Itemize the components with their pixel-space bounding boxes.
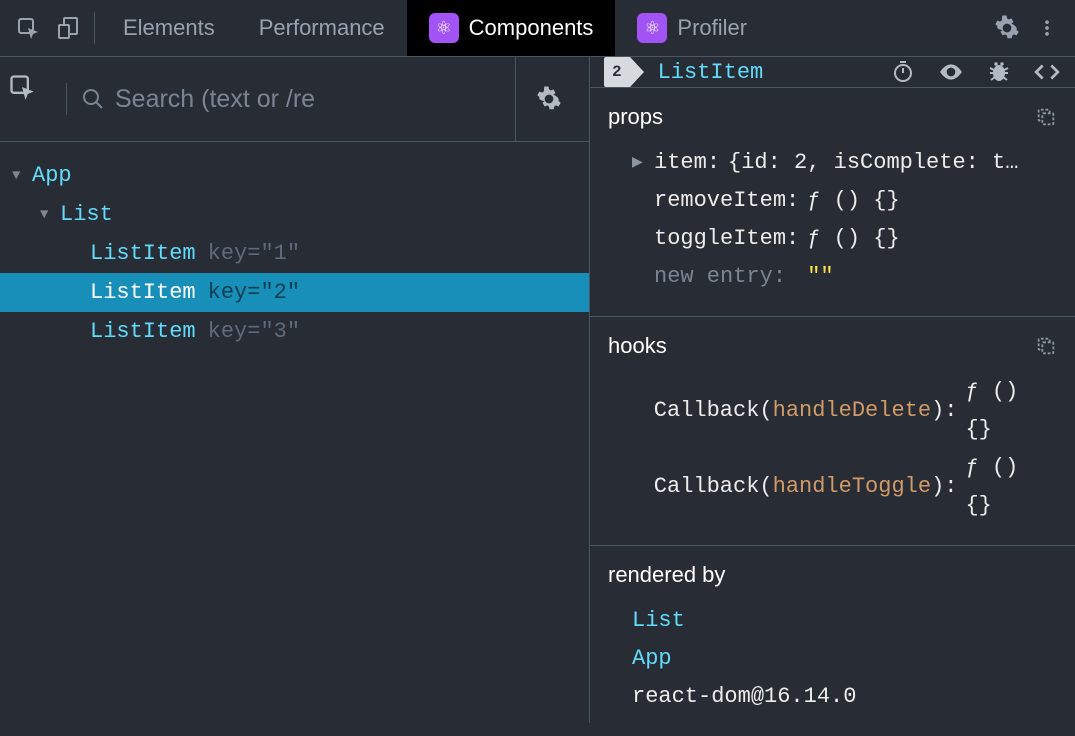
inspect-element-icon[interactable]	[8, 8, 48, 48]
device-toolbar-icon[interactable]	[48, 8, 88, 48]
tree-node-list[interactable]: ▼ List	[0, 195, 589, 234]
prop-key: removeItem	[654, 182, 786, 220]
hook-key: Callback(handleToggle)	[654, 468, 944, 506]
component-tree-panel: ▼ App ▼ List ListItem key="1" ListItem k…	[0, 57, 590, 723]
search-wrap	[73, 85, 515, 114]
caret-right-icon: ▶	[632, 144, 654, 182]
prop-value: {id: 2, isComplete: t…	[728, 144, 1018, 182]
hook-value: ƒ () {}	[965, 373, 1057, 449]
devtools-topbar: Elements Performance ⚛ Components ⚛ Prof…	[0, 0, 1075, 57]
component-tree: ▼ App ▼ List ListItem key="1" ListItem k…	[0, 142, 589, 351]
tree-settings-icon[interactable]	[515, 57, 581, 141]
component-name: ListItem	[90, 241, 196, 266]
more-menu-icon[interactable]	[1027, 8, 1067, 48]
prop-row[interactable]: toggleItem: ƒ () {}	[632, 220, 1057, 258]
key-label: key="2"	[208, 280, 300, 305]
rendered-by-section: rendered by List App react-dom@16.14.0	[590, 546, 1075, 736]
tree-node-listitem[interactable]: ListItem key="3"	[0, 312, 589, 351]
prop-row[interactable]: removeItem: ƒ () {}	[632, 182, 1057, 220]
caret-down-icon: ▼	[40, 207, 60, 223]
new-entry-label: new entry	[654, 258, 773, 296]
component-name: ListItem	[90, 280, 196, 305]
bug-icon[interactable]	[985, 58, 1013, 86]
selected-component-name: ListItem	[658, 60, 764, 85]
tree-node-listitem[interactable]: ListItem key="2"	[0, 273, 589, 312]
divider	[94, 12, 95, 44]
rendered-by-row[interactable]: List	[632, 602, 1057, 640]
tab-elements[interactable]: Elements	[101, 0, 237, 56]
search-icon	[81, 87, 105, 111]
settings-icon[interactable]	[987, 8, 1027, 48]
render-count-badge: 2	[604, 57, 630, 87]
key-label: key="3"	[208, 319, 300, 344]
tab-profiler[interactable]: ⚛ Profiler	[615, 0, 769, 56]
prop-key: item	[654, 144, 707, 182]
tree-node-listitem[interactable]: ListItem key="1"	[0, 234, 589, 273]
tab-label: Performance	[259, 15, 385, 41]
react-icon: ⚛	[637, 13, 667, 43]
search-input[interactable]	[115, 85, 507, 114]
component-name: ListItem	[90, 319, 196, 344]
caret-down-icon: ▼	[12, 168, 32, 184]
tree-node-app[interactable]: ▼ App	[0, 156, 589, 195]
copy-icon[interactable]	[1035, 106, 1057, 128]
key-label: key="1"	[208, 241, 300, 266]
tab-label: Elements	[123, 15, 215, 41]
hooks-section: hooks Callback(handleDelete): ƒ () {} Ca…	[590, 317, 1075, 546]
view-source-icon[interactable]	[1033, 58, 1061, 86]
tab-performance[interactable]: Performance	[237, 0, 407, 56]
tree-toolbar	[0, 57, 589, 142]
copy-icon[interactable]	[1035, 335, 1057, 357]
new-entry-row[interactable]: new entry: ""	[632, 258, 1057, 296]
prop-row[interactable]: ▶ item: {id: 2, isComplete: t…	[632, 144, 1057, 182]
hook-key: Callback(handleDelete)	[654, 392, 944, 430]
new-entry-value: ""	[807, 258, 833, 296]
section-title: rendered by	[608, 562, 725, 588]
tab-label: Components	[469, 15, 594, 41]
prop-value: ƒ () {}	[807, 220, 899, 258]
tabs: Elements Performance ⚛ Components ⚛ Prof…	[101, 0, 769, 56]
react-version: react-dom@16.14.0	[632, 678, 1057, 716]
divider	[66, 83, 67, 115]
inspector-header: 2 ListItem	[590, 57, 1075, 88]
inspector-panel: 2 ListItem props ▶ item: {id: 2, isCompl…	[590, 57, 1075, 723]
component-name: App	[32, 163, 72, 188]
rendered-by-row[interactable]: App	[632, 640, 1057, 678]
hook-row[interactable]: Callback(handleToggle): ƒ () {}	[632, 449, 1057, 525]
select-element-icon[interactable]	[8, 73, 60, 125]
tab-components[interactable]: ⚛ Components	[407, 0, 616, 56]
section-title: hooks	[608, 333, 667, 359]
props-section: props ▶ item: {id: 2, isComplete: t… rem…	[590, 88, 1075, 317]
eye-icon[interactable]	[937, 58, 965, 86]
component-name: List	[60, 202, 113, 227]
section-title: props	[608, 104, 663, 130]
tab-label: Profiler	[677, 15, 747, 41]
suspend-icon[interactable]	[889, 58, 917, 86]
prop-key: toggleItem	[654, 220, 786, 258]
hook-row[interactable]: Callback(handleDelete): ƒ () {}	[632, 373, 1057, 449]
react-icon: ⚛	[429, 13, 459, 43]
hook-value: ƒ () {}	[965, 449, 1057, 525]
prop-value: ƒ () {}	[807, 182, 899, 220]
